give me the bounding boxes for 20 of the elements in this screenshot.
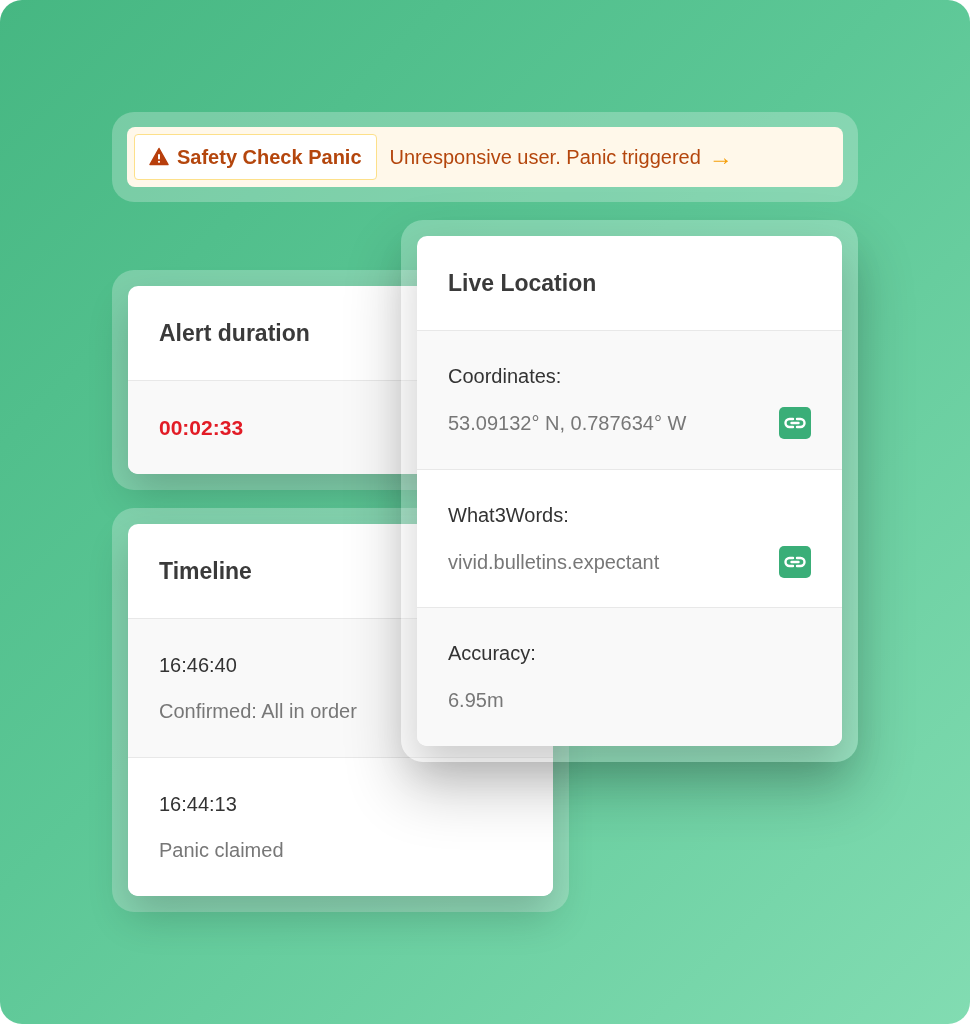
duration-value: 00:02:33 bbox=[159, 414, 244, 441]
timeline-time: 16:46:40 bbox=[159, 653, 237, 678]
timeline-text: Panic claimed bbox=[159, 838, 284, 863]
field-label: What3Words: bbox=[448, 502, 569, 528]
timeline-text: Confirmed: All in order bbox=[159, 699, 357, 724]
link-icon[interactable] bbox=[779, 545, 811, 578]
badge-label: Safety Check Panic bbox=[177, 145, 362, 170]
warning-icon bbox=[149, 147, 169, 167]
field-label: Coordinates: bbox=[448, 363, 562, 389]
card-title: Live Location bbox=[448, 268, 597, 298]
field-value: 6.95m bbox=[448, 688, 504, 714]
arrow-icon: → bbox=[708, 145, 733, 169]
field-label: Accuracy: bbox=[448, 641, 536, 667]
field-value: vivid.bulletins.expectant bbox=[448, 549, 660, 575]
link-icon[interactable] bbox=[779, 406, 811, 439]
card-title: Timeline bbox=[159, 556, 252, 586]
timeline-time: 16:44:13 bbox=[159, 792, 237, 817]
field-value: 53.09132° N, 0.787634° W bbox=[448, 410, 687, 436]
alert-link[interactable]: Unresponsive user. Panic triggered → bbox=[389, 142, 733, 172]
card-title: Alert duration bbox=[159, 318, 310, 348]
